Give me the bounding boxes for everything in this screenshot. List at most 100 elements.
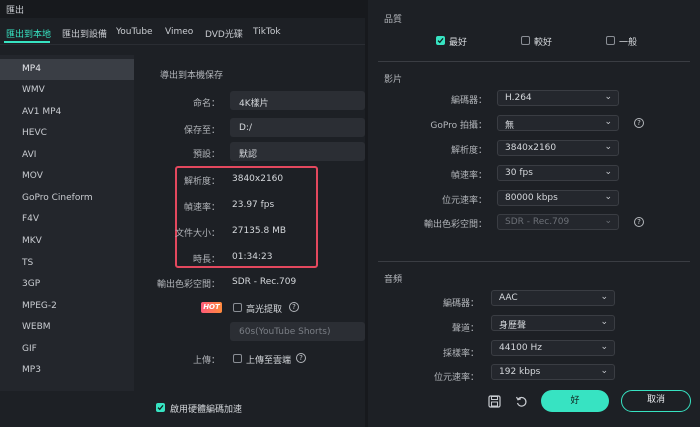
section-divider	[378, 61, 690, 62]
audio-encoder-label: 編碼器：	[442, 299, 479, 309]
format-item-av1-mp4[interactable]: AV1 MP4	[0, 102, 134, 123]
audio-channel-label: 聲道：	[451, 324, 479, 334]
video-framerate-select[interactable]: 30 fps ⌄	[497, 165, 619, 181]
quality-better-checkbox[interactable]	[521, 36, 530, 45]
reset-icon	[515, 396, 527, 407]
chevron-down-icon: ⌄	[604, 192, 612, 202]
video-resolution-select[interactable]: 3840x2160 ⌄	[497, 140, 619, 156]
colorspace-label: 輸出色彩空間：	[156, 280, 220, 290]
tab-dvd[interactable]: DVD光碟	[205, 27, 243, 40]
resolution-label: 解析度：	[183, 177, 220, 187]
duration-label: 時長：	[192, 255, 220, 265]
tab-export-device[interactable]: 匯出到設備	[62, 27, 107, 40]
video-resolution-label: 解析度：	[450, 146, 487, 156]
question-icon[interactable]: ?	[634, 118, 644, 128]
name-input[interactable]: 4K樣片	[230, 91, 365, 110]
video-bitrate-label: 位元速率：	[441, 196, 487, 206]
video-framerate-label: 幀速率：	[450, 171, 487, 181]
chevron-down-icon: ⌄	[600, 366, 608, 376]
save-icon	[488, 395, 501, 408]
duration-value: 01:34:23	[232, 252, 273, 262]
quality-normal-label: 一般	[619, 38, 638, 48]
tab-export-local[interactable]: 匯出到本地	[6, 27, 51, 40]
format-item-mkv[interactable]: MKV	[0, 231, 134, 252]
save-path-input[interactable]: D:/	[230, 118, 365, 137]
audio-encoder-select[interactable]: AAC ⌄	[491, 290, 615, 306]
video-encoder-select[interactable]: H.264 ⌄	[497, 90, 619, 106]
active-tab-indicator	[4, 41, 50, 43]
chevron-down-icon: ⌄	[604, 216, 612, 226]
check-icon	[157, 404, 164, 411]
preset-label: 預設：	[192, 150, 220, 160]
upload-cloud-label: 上傳至雲端	[246, 356, 292, 366]
reset-button[interactable]	[515, 395, 528, 408]
format-item-hevc[interactable]: HEVC	[0, 123, 134, 144]
format-item-ts[interactable]: TS	[0, 253, 134, 274]
chevron-down-icon: ⌄	[600, 317, 608, 327]
hw-accel-label: 啟用硬體編碼加速	[170, 405, 243, 415]
tab-tiktok[interactable]: TikTok	[253, 27, 281, 37]
audio-title: 音頻	[384, 275, 403, 285]
audio-bitrate-label: 位元速率：	[433, 373, 479, 383]
framerate-label: 幀速率：	[183, 203, 220, 213]
framerate-value: 23.97 fps	[232, 200, 275, 210]
format-item-webm[interactable]: WEBM	[0, 317, 134, 338]
ok-button[interactable]: 好	[541, 390, 609, 412]
tab-vimeo[interactable]: Vimeo	[165, 27, 193, 37]
colorspace-value: SDR - Rec.709	[232, 277, 297, 287]
format-item-mpeg2[interactable]: MPEG-2	[0, 296, 134, 317]
format-item-f4v[interactable]: F4V	[0, 209, 134, 230]
quality-better-label: 較好	[534, 38, 553, 48]
upload-label: 上傳：	[192, 356, 220, 366]
audio-channel-select[interactable]: 身歷聲 ⌄	[491, 315, 615, 331]
quality-best-checkbox[interactable]	[436, 36, 445, 45]
chevron-down-icon: ⌄	[604, 142, 612, 152]
upload-cloud-checkbox[interactable]	[233, 354, 242, 363]
resolution-value: 3840x2160	[232, 174, 284, 184]
name-label: 命名：	[192, 99, 220, 109]
hw-accel-checkbox[interactable]	[156, 403, 165, 412]
question-icon[interactable]: ?	[296, 353, 306, 363]
format-item-avi[interactable]: AVI	[0, 145, 134, 166]
tab-youtube[interactable]: YouTube	[116, 27, 153, 37]
format-item-gopro-cineform[interactable]: GoPro Cineform	[0, 188, 134, 209]
cancel-button[interactable]: 取消	[621, 390, 691, 412]
format-item-3gp[interactable]: 3GP	[0, 274, 134, 295]
video-title: 影片	[384, 75, 403, 85]
quality-best-label: 最好	[449, 38, 468, 48]
format-item-wmv[interactable]: WMV	[0, 80, 134, 101]
highlight-label: 高光提取	[246, 305, 283, 315]
highlight-checkbox[interactable]	[233, 303, 242, 312]
video-colorspace-label: 輸出色彩空間：	[423, 220, 487, 230]
gopro-select[interactable]: 無 ⌄	[497, 115, 619, 131]
video-bitrate-select[interactable]: 80000 kbps ⌄	[497, 190, 619, 206]
chevron-down-icon: ⌄	[604, 167, 612, 177]
save-preset-button[interactable]	[488, 395, 501, 408]
video-encoder-label: 編碼器：	[450, 96, 487, 106]
audio-samplerate-select[interactable]: 44100 Hz ⌄	[491, 340, 615, 356]
format-item-mp3[interactable]: MP3	[0, 360, 134, 381]
chevron-down-icon: ⌄	[600, 292, 608, 302]
format-item-mp4[interactable]: MP4	[0, 59, 134, 80]
preset-select[interactable]: 默認	[230, 142, 365, 161]
chevron-down-icon: ⌄	[604, 117, 612, 127]
local-save-heading: 導出到本機保存	[160, 71, 224, 81]
shorts-duration-select[interactable]: 60s(YouTube Shorts)	[230, 322, 365, 341]
export-tabs: 匯出到本地 匯出到設備 YouTube Vimeo DVD光碟 TikTok	[0, 22, 365, 45]
question-icon[interactable]: ?	[634, 217, 644, 227]
question-icon[interactable]: ?	[289, 302, 299, 312]
format-item-mov[interactable]: MOV	[0, 166, 134, 187]
gopro-label: GoPro 拍攝：	[430, 121, 487, 131]
filesize-label: 文件大小：	[174, 229, 220, 239]
format-list: MP4 WMV AV1 MP4 HEVC AVI MOV GoPro Cinef…	[0, 55, 134, 391]
audio-bitrate-select[interactable]: 192 kbps ⌄	[491, 364, 615, 380]
quality-normal-checkbox[interactable]	[606, 36, 615, 45]
window-title: 匯出	[6, 6, 25, 16]
audio-samplerate-label: 採樣率：	[442, 349, 479, 359]
section-divider	[378, 261, 690, 262]
save-path-label: 保存至：	[183, 126, 220, 136]
hot-badge: HOT	[201, 302, 222, 313]
format-item-gif[interactable]: GIF	[0, 339, 134, 360]
chevron-down-icon: ⌄	[604, 92, 612, 102]
check-icon	[437, 37, 444, 44]
